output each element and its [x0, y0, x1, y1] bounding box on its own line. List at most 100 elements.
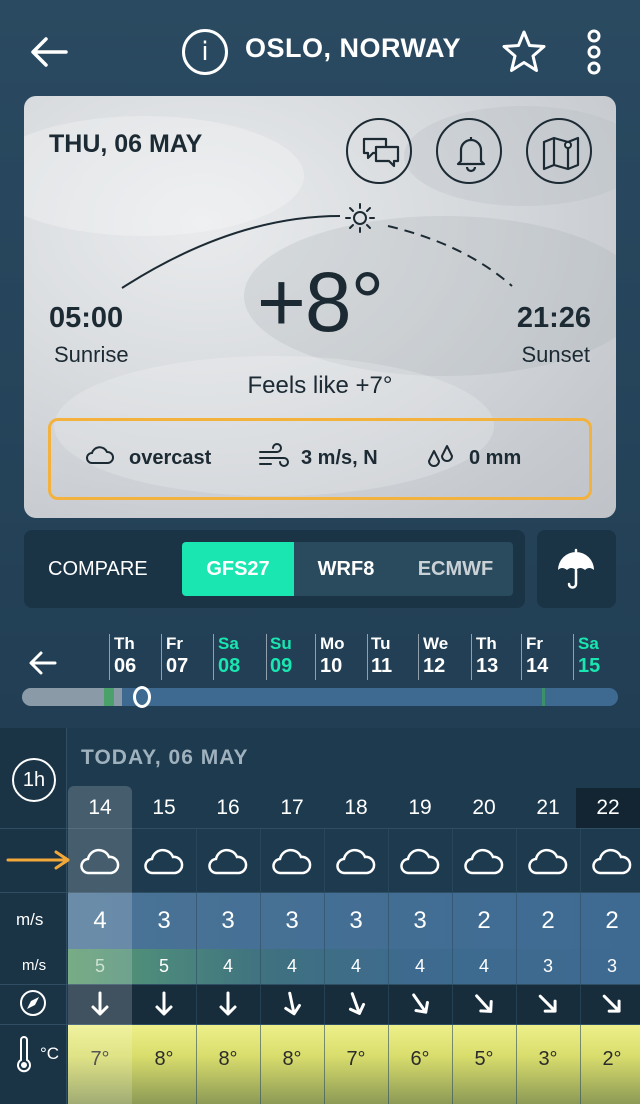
wind-speed-cell: 3	[221, 907, 235, 934]
hour-cell[interactable]: 22	[576, 796, 640, 820]
wind-icon	[259, 443, 289, 467]
day-tab-sun-09[interactable]: Su 09	[270, 634, 292, 678]
wind-gust-cell: 3	[542, 956, 553, 976]
temp-unit-label: °C	[40, 1044, 60, 1063]
wind-unit-label: m/s	[16, 910, 44, 929]
cloud-icon	[196, 832, 260, 890]
arrow-left-icon	[29, 651, 57, 675]
more-menu-button[interactable]	[580, 28, 608, 76]
model-tab-gfs27[interactable]: GFS27	[182, 542, 294, 596]
hour-cell[interactable]: 16	[196, 796, 260, 820]
day-date: 08	[218, 655, 241, 677]
map-button[interactable]	[526, 118, 592, 184]
wind-speed-cell: 2	[477, 907, 491, 934]
day-separator	[521, 634, 522, 680]
day-tab-fri-07[interactable]: Fr 07	[166, 634, 188, 678]
model-selector: GFS27 WRF8 ECMWF	[182, 542, 513, 596]
wind-gust-cell: 4	[414, 956, 425, 976]
hour-cell[interactable]: 20	[452, 796, 516, 820]
wind-gust-cell: 4	[350, 956, 361, 976]
wind-speed-cell: 4	[93, 907, 107, 934]
temperature-cell: 3°	[538, 1048, 558, 1070]
day-tab-wed-12[interactable]: We 12	[423, 634, 448, 678]
day-tab-mon-10[interactable]: Mo 10	[320, 634, 345, 678]
timeline-scrubber[interactable]	[22, 688, 618, 706]
arrow-down-right-icon	[452, 984, 516, 1024]
wind-speed-cell: 3	[413, 907, 427, 934]
header: i OSLO, NORWAY	[0, 0, 640, 96]
wind-gust-cell: 5	[94, 956, 105, 976]
wind-gust-cell: 4	[222, 956, 233, 976]
day-tab-thu-13[interactable]: Th 13	[476, 634, 498, 678]
day-tab-fri-14[interactable]: Fr 14	[526, 634, 548, 678]
hour-cell[interactable]: 18	[324, 796, 388, 820]
day-tab-thu-06[interactable]: Th 06	[114, 634, 136, 678]
wind-speed-cell: 3	[285, 907, 299, 934]
day-tab-sat-15[interactable]: Sa 15	[578, 634, 600, 678]
model-tab-ecmwf[interactable]: ECMWF	[398, 542, 513, 596]
day-name: Th	[114, 634, 135, 653]
day-date: 15	[578, 655, 601, 677]
arrow-right-pointer-icon	[6, 850, 70, 870]
day-name: Mo	[320, 634, 345, 653]
hour-cell[interactable]: 21	[516, 796, 580, 820]
arrow-down-icon	[260, 984, 324, 1024]
star-icon	[502, 30, 546, 72]
wind-gust-cell: 4	[478, 956, 489, 976]
day-date: 14	[526, 655, 549, 677]
precipitation-button[interactable]	[537, 530, 616, 608]
alerts-button[interactable]	[436, 118, 502, 184]
cloud-icon	[132, 832, 196, 890]
cloud-icon	[452, 832, 516, 890]
wind-speed-cell: 3	[157, 907, 171, 934]
cloud-icon	[324, 832, 388, 890]
interval-toggle-button[interactable]: 1h	[12, 758, 56, 802]
thermometer-icon	[17, 1036, 31, 1073]
day-separator	[471, 634, 472, 680]
umbrella-icon	[558, 548, 594, 589]
conditions-summary: overcast 3 m/s, N 0 mm	[48, 418, 592, 500]
hour-cell[interactable]: 17	[260, 796, 324, 820]
wind-speed-cell: 2	[541, 907, 555, 934]
hour-cell[interactable]: 15	[132, 796, 196, 820]
arrow-down-icon	[196, 984, 260, 1024]
cloud-icon	[516, 832, 580, 890]
temperature-cell: 7°	[90, 1048, 110, 1070]
favorite-button[interactable]	[500, 28, 548, 76]
day-separator	[266, 634, 267, 680]
row-labels-column: 1h m/s m/s °C	[0, 728, 67, 1104]
info-icon[interactable]: i	[182, 29, 228, 75]
timeline-precip-marker	[104, 688, 114, 706]
arrow-down-right-icon	[580, 984, 640, 1024]
day-separator	[161, 634, 162, 680]
cloud-icon	[388, 832, 452, 890]
arrow-down-right-icon	[516, 984, 580, 1024]
day-tab-tue-11[interactable]: Tu 11	[371, 634, 392, 678]
temperature-cell: 8°	[282, 1048, 302, 1070]
gust-unit-label: m/s	[22, 957, 47, 974]
day-name: Th	[476, 634, 497, 653]
model-tab-wrf8[interactable]: WRF8	[294, 542, 398, 596]
day-date: 07	[166, 655, 189, 677]
timeline-handle[interactable]	[133, 686, 151, 708]
day-date: 09	[270, 655, 293, 677]
wind-gust-cell: 5	[158, 956, 169, 976]
cloud-icon	[580, 832, 640, 890]
timeline-precip-marker	[542, 688, 545, 706]
arrow-down-icon	[68, 984, 132, 1024]
day-separator	[418, 634, 419, 680]
comments-button[interactable]	[346, 118, 412, 184]
back-button[interactable]	[28, 30, 72, 74]
raindrops-icon	[428, 445, 453, 467]
day-date: 12	[423, 655, 446, 677]
day-name: Fr	[166, 634, 183, 653]
hour-cell[interactable]: 14	[68, 796, 132, 820]
temperature-cell: 5°	[474, 1048, 494, 1070]
model-compare-bar: COMPARE GFS27 WRF8 ECMWF	[24, 530, 525, 608]
previous-days-button[interactable]	[28, 650, 58, 676]
hour-cell[interactable]: 19	[388, 796, 452, 820]
day-tab-sat-08[interactable]: Sa 08	[218, 634, 240, 678]
cloud-icon	[86, 446, 114, 464]
condition-summary: overcast	[86, 446, 211, 470]
compare-button[interactable]: COMPARE	[48, 558, 148, 581]
